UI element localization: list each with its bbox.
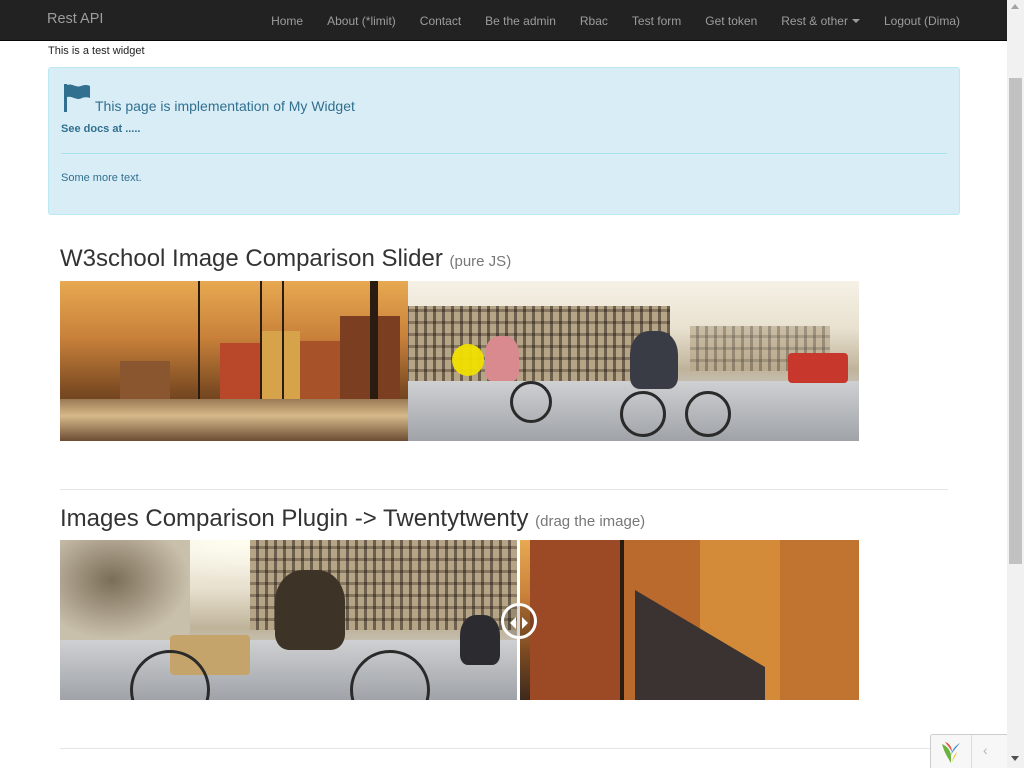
rider-shape (275, 570, 345, 650)
nav-menu: Home About (*limit) Contact Be the admin… (259, 0, 960, 41)
mast-shape (282, 281, 284, 401)
section-subtitle: (drag the image) (535, 513, 646, 530)
section-title-text: Images Comparison Plugin -> Twentytwenty (60, 505, 529, 532)
yii-logo-icon[interactable] (939, 740, 963, 764)
house-shape (120, 361, 170, 401)
collapse-toolbar-button[interactable]: ‹ (983, 742, 988, 758)
rider-shape (485, 336, 519, 381)
flag-icon (64, 84, 90, 112)
drag-handle[interactable] (501, 603, 537, 639)
section-title-text: W3school Image Comparison Slider (60, 245, 443, 272)
toolbar-separator (971, 735, 972, 768)
harbor-image (60, 281, 408, 441)
image-comparison-twentytwenty[interactable] (60, 540, 859, 700)
bike-wheel-shape (685, 391, 731, 437)
nav-item-contact[interactable]: Contact (408, 14, 473, 28)
bike-wheel-shape (620, 391, 666, 437)
nav-dropdown-label: Rest & other (781, 13, 848, 28)
alert-divider (61, 153, 947, 154)
scrollbar-thumb[interactable] (1009, 78, 1022, 564)
scroll-down-arrow-icon[interactable] (1011, 756, 1019, 761)
mast-shape (620, 540, 624, 700)
bike-wheel-shape (510, 381, 552, 423)
nav-item-be-the-admin[interactable]: Be the admin (473, 14, 568, 28)
section-title-w3school: W3school Image Comparison Slider (pure J… (60, 245, 511, 273)
alert-title: This page is implementation of My Widget (95, 98, 355, 114)
house-shape (530, 540, 620, 700)
slider-handle[interactable] (452, 344, 484, 376)
page-scrollbar[interactable] (1007, 0, 1024, 768)
image-comparison-slider-w3school[interactable] (60, 281, 859, 441)
nav-item-rbac[interactable]: Rbac (568, 14, 620, 28)
nav-item-test-form[interactable]: Test form (620, 14, 693, 28)
nav-item-logout[interactable]: Logout (Dima) (872, 14, 960, 28)
cyclists-image (60, 540, 518, 700)
nav-item-about[interactable]: About (*limit) (315, 14, 408, 28)
caret-down-icon (851, 18, 860, 23)
bus-shape (788, 353, 848, 383)
nav-item-get-token[interactable]: Get token (693, 14, 769, 28)
arrow-left-icon (510, 617, 516, 629)
rider-shape (630, 331, 678, 389)
test-widget-text: This is a test widget (48, 45, 145, 57)
nav-item-home[interactable]: Home (259, 14, 315, 28)
mast-shape (260, 281, 262, 411)
mast-shape (198, 281, 200, 406)
house-shape (260, 331, 300, 401)
debug-toolbar: ‹ (930, 734, 1007, 768)
section-title-twentytwenty: Images Comparison Plugin -> Twentytwenty… (60, 505, 645, 533)
house-shape (780, 540, 859, 700)
section-subtitle: (pure JS) (449, 253, 512, 270)
section-divider (60, 748, 948, 749)
tree-shape (60, 540, 190, 640)
navbar: Rest API Home About (*limit) Contact Be … (0, 0, 1007, 41)
section-divider (60, 489, 948, 490)
rider-shape (460, 615, 500, 665)
nav-dropdown-rest-other[interactable]: Rest & other (769, 14, 872, 28)
arrow-right-icon (522, 617, 528, 629)
water-shape (60, 399, 408, 441)
scroll-up-arrow-icon[interactable] (1011, 4, 1019, 9)
house-shape (300, 341, 340, 401)
alert-docs-link[interactable]: See docs at ..... (61, 123, 140, 135)
brand-link[interactable]: Rest API (47, 11, 103, 27)
house-shape (220, 343, 260, 401)
widget-info-alert: This page is implementation of My Widget… (48, 67, 960, 215)
alert-more-text: Some more text. (61, 172, 142, 184)
